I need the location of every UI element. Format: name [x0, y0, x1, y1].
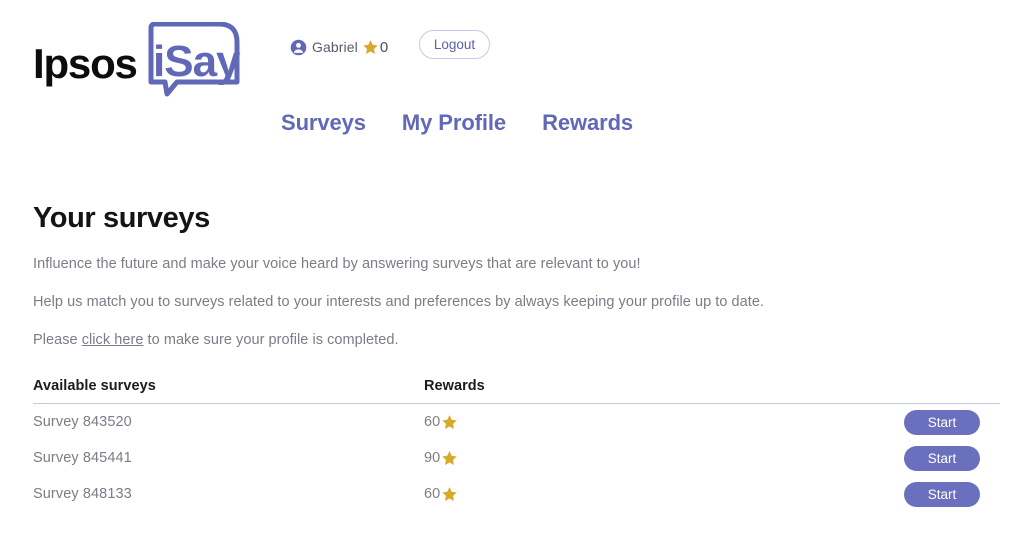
reward-value: 60 [424, 486, 441, 502]
column-header-rewards: Rewards [424, 377, 904, 395]
user-info: Gabriel 0 [290, 34, 388, 60]
logo-isay-wordmark: iSay [153, 37, 242, 86]
reward-value: 90 [424, 450, 441, 466]
page-title: Your surveys [33, 202, 210, 234]
table-header-row: Available surveys Rewards [33, 373, 1000, 404]
intro-paragraph-2: Help us match you to surveys related to … [33, 294, 765, 311]
survey-reward-cell: 60 [424, 486, 904, 503]
header-label-rewards: Rewards [424, 378, 485, 394]
available-surveys-table: Available surveys Rewards Survey 843520 … [33, 373, 1000, 512]
start-survey-button[interactable]: Start [904, 445, 980, 471]
table-row: Survey 848133 60 Start [33, 476, 1000, 512]
survey-action-cell: Start [904, 445, 1004, 471]
star-icon [442, 414, 457, 429]
intro-text-block: Influence the future and make your voice… [33, 255, 953, 349]
survey-name: Survey 848133 [33, 486, 132, 502]
points-value: 0 [379, 38, 389, 56]
star-icon [442, 450, 457, 465]
survey-action-cell: Start [904, 409, 1004, 435]
points-badge: 0 [362, 39, 388, 56]
logout-button[interactable]: Logout [419, 30, 490, 59]
nav-item-surveys[interactable]: Surveys [281, 110, 366, 136]
star-icon [442, 486, 457, 501]
start-survey-button[interactable]: Start [904, 481, 980, 507]
survey-name-cell: Survey 843520 [33, 413, 424, 431]
header-label-surveys: Available surveys [33, 378, 156, 394]
survey-name: Survey 843520 [33, 414, 132, 430]
profile-line-prefix: Please [33, 332, 82, 349]
survey-name-cell: Survey 845441 [33, 449, 424, 467]
logo-isay-mark: iSay [147, 22, 243, 106]
survey-reward-cell: 90 [424, 450, 904, 467]
start-survey-button[interactable]: Start [904, 409, 980, 435]
nav-item-rewards[interactable]: Rewards [542, 110, 633, 136]
survey-reward-cell: 60 [424, 414, 904, 431]
svg-text:iSay: iSay [153, 37, 241, 86]
table-row: Survey 845441 90 Start [33, 440, 1000, 476]
profile-completion-line: Please click here to make sure your prof… [33, 331, 953, 349]
logo-ipsos-text: Ipsos [33, 40, 138, 87]
brand-logo[interactable]: Ipsos iSay [33, 22, 243, 100]
main-navigation: Surveys My Profile Rewards [281, 110, 633, 136]
survey-name: Survey 845441 [33, 450, 132, 466]
table-row: Survey 843520 60 Start [33, 404, 1000, 440]
survey-action-cell: Start [904, 481, 1004, 507]
reward-value: 60 [424, 414, 441, 430]
page-header: Ipsos iSay Gabriel 0 Logout Surveys My P… [0, 0, 1024, 160]
nav-item-my-profile[interactable]: My Profile [402, 110, 506, 136]
star-icon [363, 39, 378, 54]
user-circle-icon [290, 39, 307, 55]
intro-paragraph-1: Influence the future and make your voice… [33, 256, 641, 272]
user-name: Gabriel [312, 39, 358, 55]
column-header-surveys: Available surveys [33, 377, 424, 395]
click-here-link[interactable]: click here [82, 332, 144, 348]
profile-line-suffix: to make sure your profile is completed. [143, 332, 399, 349]
survey-name-cell: Survey 848133 [33, 485, 424, 503]
